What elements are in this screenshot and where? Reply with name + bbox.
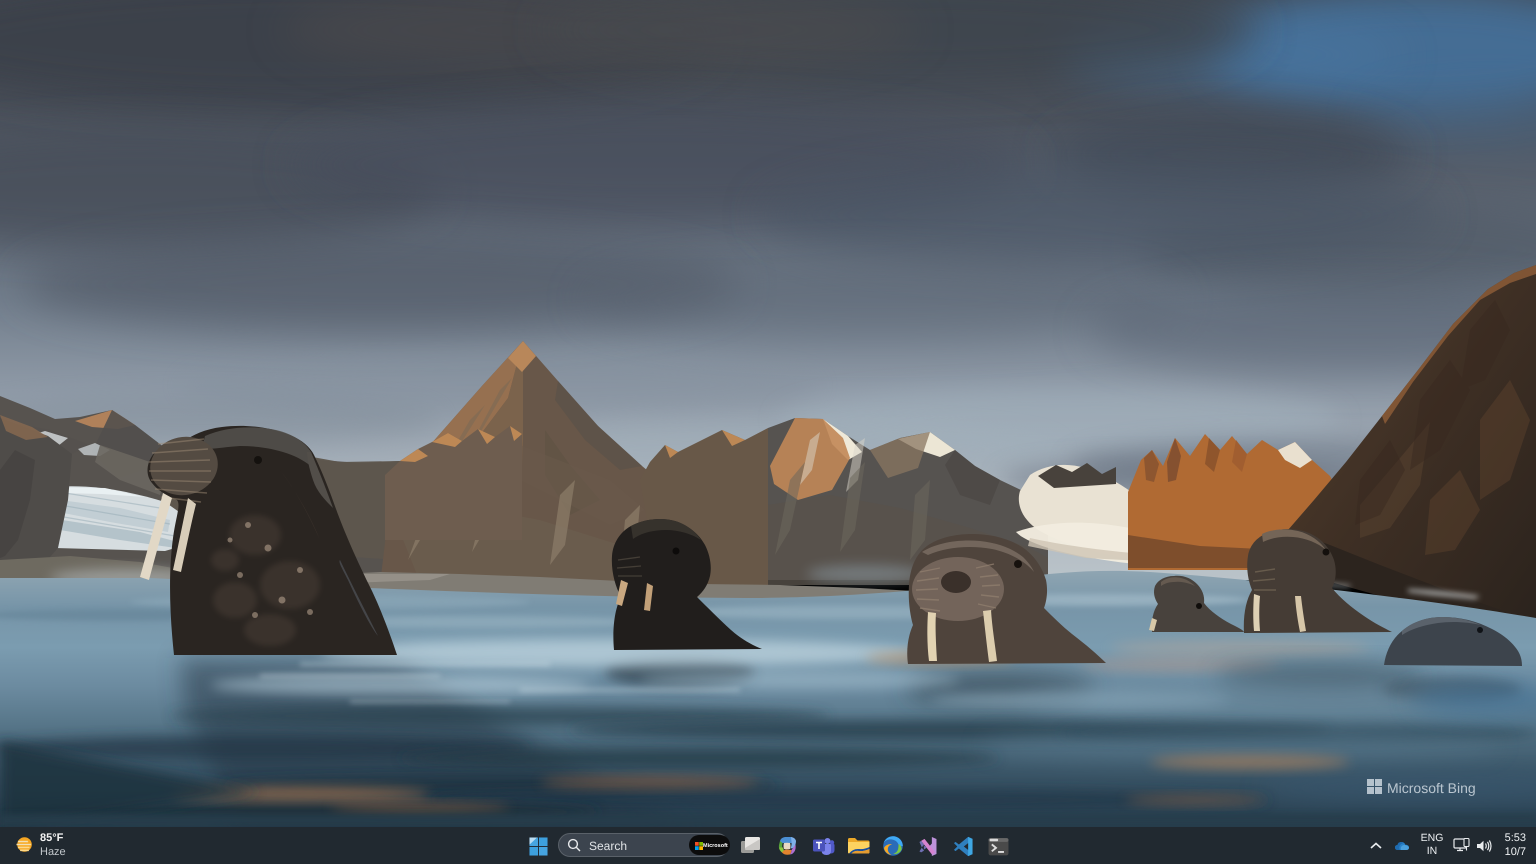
- svg-text:Microsoft Bing: Microsoft Bing: [1387, 780, 1476, 796]
